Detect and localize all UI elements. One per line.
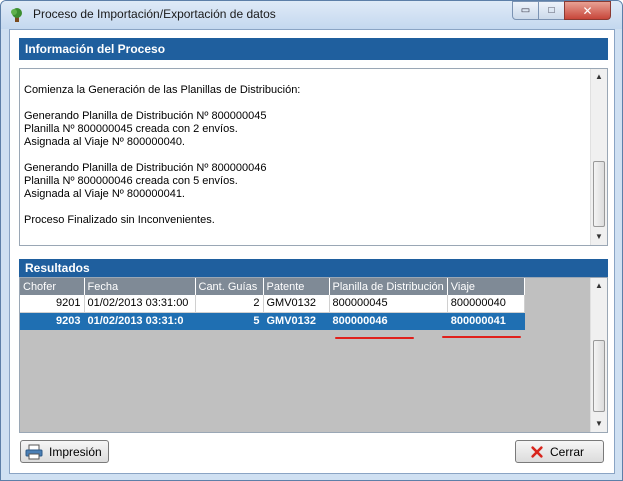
results-header: Resultados [19, 259, 608, 277]
scroll-down-icon[interactable]: ▼ [591, 229, 607, 245]
log-line: Planilla Nº 800000045 creada con 2 envío… [24, 123, 238, 135]
column-header-planilla[interactable]: Planilla de Distribución [329, 278, 448, 295]
close-x-icon [531, 445, 543, 458]
table-row[interactable]: 9201 01/02/2013 03:31:00 p 2 GMV0132 800… [20, 295, 525, 313]
dialog-window: Proceso de Importación/Exportación de da… [0, 0, 623, 481]
cell-chofer[interactable]: 9201 [20, 295, 85, 313]
scroll-up-icon[interactable]: ▲ [591, 278, 607, 294]
close-icon: ✕ [582, 3, 593, 18]
table-row-selected[interactable]: 9203 01/02/2013 03:31:0 5 GMV0132 800000… [20, 312, 525, 330]
annotation-underline-planilla [335, 337, 414, 339]
cell-fecha[interactable]: 01/02/2013 03:31:0 [84, 312, 196, 330]
column-header-viaje[interactable]: Viaje [447, 278, 525, 295]
cell-planilla[interactable]: 800000045 [329, 295, 448, 313]
log-line: Comienza la Generación de las Planillas … [24, 84, 301, 96]
cell-cant-guias[interactable]: 2 [195, 295, 264, 313]
grid-scrollbar[interactable]: ▲ ▼ [590, 278, 607, 432]
process-log[interactable]: Comienza la Generación de las Planillas … [19, 68, 608, 246]
scroll-thumb[interactable] [593, 161, 605, 227]
cell-fecha-text: 01/02/2013 03:31:00 p [87, 297, 192, 310]
log-line: Generando Planilla de Distribución Nº 80… [24, 110, 267, 122]
cell-patente[interactable]: GMV0132 [263, 295, 330, 313]
results-grid[interactable]: Chofer Fecha Cant. Guías Patente Planill… [19, 277, 608, 433]
results-table: Chofer Fecha Cant. Guías Patente Planill… [20, 278, 525, 330]
column-header-fecha[interactable]: Fecha [84, 278, 196, 295]
cell-fecha[interactable]: 01/02/2013 03:31:00 p [84, 295, 196, 313]
log-scrollbar[interactable]: ▲ ▼ [590, 69, 607, 245]
log-line: Planilla Nº 800000046 creada con 5 envío… [24, 175, 238, 187]
process-info-header: Información del Proceso [19, 38, 608, 60]
log-line: Asignada al Viaje Nº 800000040. [24, 136, 185, 148]
column-header-patente[interactable]: Patente [263, 278, 330, 295]
scroll-up-icon[interactable]: ▲ [591, 69, 607, 85]
cell-chofer[interactable]: 9203 [20, 312, 85, 330]
print-button-label: Impresión [49, 444, 102, 459]
cell-patente[interactable]: GMV0132 [263, 312, 330, 330]
scroll-thumb[interactable] [593, 340, 605, 412]
minimize-button[interactable]: ▭ [512, 1, 539, 20]
maximize-icon: □ [548, 5, 555, 16]
close-window-button[interactable]: ✕ [564, 1, 611, 20]
cell-fecha-text: 01/02/2013 03:31:0 [87, 314, 184, 327]
title-bar[interactable]: Proceso de Importación/Exportación de da… [1, 1, 622, 29]
cell-viaje[interactable]: 800000041 [447, 312, 525, 330]
table-header-row: Chofer Fecha Cant. Guías Patente Planill… [20, 278, 525, 295]
log-lines: Comienza la Generación de las Planillas … [24, 84, 589, 227]
cerrar-button-label: Cerrar [550, 444, 585, 459]
cell-viaje[interactable]: 800000040 [447, 295, 525, 313]
cell-cant-guias[interactable]: 5 [195, 312, 264, 330]
annotation-underline-viaje [442, 336, 521, 338]
log-line: Proceso Finalizado sin Inconvenientes. [24, 214, 215, 226]
cell-planilla[interactable]: 800000046 [329, 312, 448, 330]
minimize-icon: ▭ [520, 5, 531, 16]
log-line: Generando Planilla de Distribución Nº 80… [24, 162, 267, 174]
log-line: Asignada al Viaje Nº 800000041. [24, 188, 185, 200]
printer-icon [25, 444, 43, 459]
cerrar-button[interactable]: Cerrar [515, 440, 604, 463]
column-header-chofer[interactable]: Chofer [20, 278, 85, 295]
maximize-button[interactable]: □ [538, 1, 565, 20]
window-title: Proceso de Importación/Exportación de da… [33, 7, 276, 21]
scroll-down-icon[interactable]: ▼ [591, 416, 607, 432]
dialog-body: Información del Proceso Comienza la Gene… [9, 29, 615, 474]
app-tree-icon [11, 8, 22, 22]
print-button[interactable]: Impresión [20, 440, 109, 463]
column-header-cant-guias[interactable]: Cant. Guías [195, 278, 264, 295]
